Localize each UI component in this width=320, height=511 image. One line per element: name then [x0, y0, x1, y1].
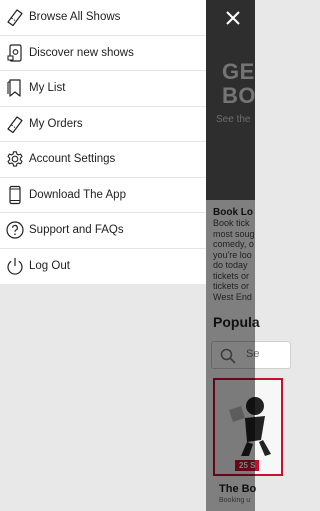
menu-item-account-settings[interactable]: Account Settings: [0, 142, 206, 178]
ticket-icon: [0, 106, 29, 141]
menu-item-download-the-app[interactable]: Download The App: [0, 177, 206, 213]
question-circle-icon: [0, 213, 29, 248]
side-menu: Browse All Shows Discover new shows My L…: [0, 0, 206, 511]
menu-item-label: Discover new shows: [29, 46, 134, 59]
menu-item-support-and-faqs[interactable]: Support and FAQs: [0, 213, 206, 249]
menu-item-browse-all-shows[interactable]: Browse All Shows: [0, 0, 206, 36]
menu-list: Browse All Shows Discover new shows My L…: [0, 0, 206, 284]
menu-item-discover-new-shows[interactable]: Discover new shows: [0, 35, 206, 71]
menu-item-my-list[interactable]: My List: [0, 71, 206, 107]
ticket-icon: [0, 0, 29, 35]
menu-item-label: My List: [29, 82, 66, 95]
gear-icon: [0, 142, 29, 177]
menu-item-label: Account Settings: [29, 153, 116, 166]
menu-item-label: My Orders: [29, 117, 83, 130]
close-menu-button[interactable]: [224, 9, 242, 27]
phone-ticket-icon: [0, 35, 29, 70]
menu-item-my-orders[interactable]: My Orders: [0, 106, 206, 142]
close-icon: [226, 11, 240, 25]
menu-item-label: Download The App: [29, 188, 126, 201]
menu-item-label: Log Out: [29, 260, 70, 273]
menu-item-log-out[interactable]: Log Out: [0, 249, 206, 285]
power-icon: [0, 249, 29, 284]
menu-item-label: Support and FAQs: [29, 224, 124, 237]
menu-item-label: Browse All Shows: [29, 11, 121, 24]
bookmark-icon: [0, 71, 29, 106]
smartphone-icon: [0, 177, 29, 212]
